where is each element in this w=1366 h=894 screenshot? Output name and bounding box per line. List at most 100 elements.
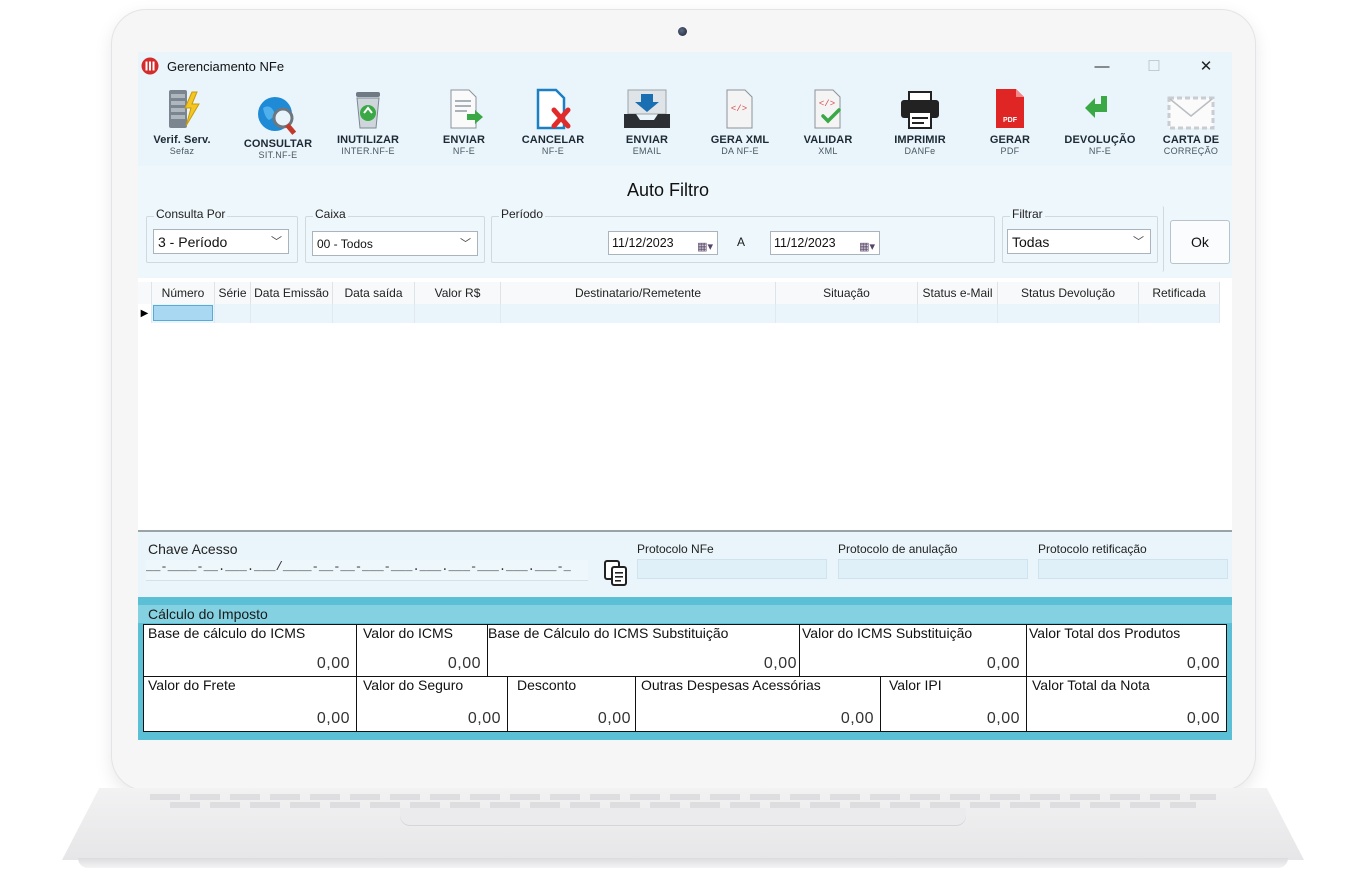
- calendar-icon[interactable]: ▦▾: [697, 236, 713, 258]
- periodo-from-input[interactable]: 11/12/2023 ▦▾: [608, 231, 718, 255]
- enviar-email-button[interactable]: ENVIAR EMAIL: [603, 86, 691, 164]
- pdf-icon: PDF: [996, 89, 1024, 128]
- app-window: Gerenciamento NFe — ☐ ✕ Verif. Serv. Sef…: [138, 52, 1232, 740]
- filter-border: [1159, 206, 1164, 272]
- table-cell[interactable]: [215, 304, 251, 323]
- calculo-imposto-header: Cálculo do Imposto: [138, 605, 1232, 623]
- column-header-numero[interactable]: Número: [152, 282, 215, 304]
- consultar-sublabel: SIT.NF-E: [258, 150, 298, 160]
- table-cell[interactable]: [998, 304, 1139, 323]
- verif-serv-button[interactable]: Verif. Serv. Sefaz: [138, 86, 226, 164]
- chevron-down-icon: ﹀: [1133, 236, 1144, 248]
- app-logo-icon: [141, 57, 159, 75]
- periodo-group: Período 11/12/2023 ▦▾ A 11/12/2023 ▦▾: [491, 207, 995, 263]
- column-header-data-saida[interactable]: Data saída: [333, 282, 415, 304]
- table-cell[interactable]: [1139, 304, 1220, 323]
- desconto-value: 0,00: [597, 710, 631, 727]
- protocolo-anulacao-field[interactable]: [838, 559, 1028, 579]
- table-cell[interactable]: [251, 304, 333, 323]
- inutilizar-sublabel: INTER.NF-E: [341, 146, 395, 156]
- valor-total-produtos-value: 0,00: [1186, 655, 1220, 672]
- minimize-button[interactable]: —: [1076, 52, 1128, 80]
- valor-frete-label: Valor do Frete: [148, 677, 236, 693]
- valor-total-nota-label: Valor Total da Nota: [1032, 677, 1150, 693]
- cancelar-nfe-button[interactable]: CANCELAR NF-E: [509, 86, 597, 164]
- chave-acesso-label: Chave Acesso: [148, 541, 238, 557]
- svg-text:</>: </>: [819, 99, 835, 109]
- column-header-valor[interactable]: Valor R$: [415, 282, 501, 304]
- xml-check-icon: </>: [814, 89, 841, 129]
- valor-icms-value: 0,00: [447, 655, 481, 672]
- globe-search-icon: [258, 97, 297, 135]
- column-header-serie[interactable]: Série: [215, 282, 251, 304]
- enviar-nfe-button[interactable]: ENVIAR NF-E: [420, 86, 508, 164]
- protocolo-retificacao-field[interactable]: [1038, 559, 1228, 579]
- periodo-label: Período: [499, 207, 546, 221]
- maximize-button[interactable]: ☐: [1128, 52, 1180, 80]
- column-header-retificada[interactable]: Retificada: [1139, 282, 1220, 304]
- chave-acesso-input[interactable]: __-____-__.___.___/____-__-__-___-___.__…: [146, 560, 588, 581]
- consultar-button[interactable]: CONSULTAR SIT.NF-E: [234, 94, 322, 172]
- valor-ipi-label: Valor IPI: [889, 677, 942, 693]
- gerar-pdf-button[interactable]: PDF GERAR PDF: [966, 86, 1054, 164]
- nfe-grid[interactable]: Número Série Data Emissão Data saída Val…: [138, 278, 1232, 530]
- validar-xml-label: VALIDAR: [803, 134, 853, 146]
- ok-button[interactable]: Ok: [1170, 220, 1230, 264]
- valor-icms-st-value: 0,00: [986, 655, 1020, 672]
- gera-xml-button[interactable]: </> GERA XML DA NF-E: [696, 86, 784, 164]
- grid-header: Número Série Data Emissão Data saída Val…: [138, 282, 1220, 305]
- base-calculo-icms-label: Base de cálculo do ICMS: [148, 625, 306, 641]
- consulta-por-group: Consulta Por 3 - Período ﹀: [146, 207, 298, 263]
- return-arrow-icon: [1085, 96, 1107, 118]
- table-row[interactable]: ▶: [138, 304, 1220, 323]
- svg-text:PDF: PDF: [1003, 117, 1018, 124]
- table-cell[interactable]: [918, 304, 998, 323]
- cancelar-nfe-label: CANCELAR: [521, 134, 585, 146]
- table-cell[interactable]: [501, 304, 776, 323]
- base-calculo-icms-cell: Base de cálculo do ICMS 0,00: [144, 625, 357, 677]
- table-cell[interactable]: [152, 304, 215, 323]
- base-calculo-icms-st-cell: Base de Cálculo do ICMS Substituição 0,0…: [488, 625, 800, 677]
- xml-document-icon: </>: [726, 89, 753, 129]
- copy-icon[interactable]: [600, 558, 632, 588]
- close-button[interactable]: ✕: [1180, 52, 1232, 80]
- valor-seguro-cell: Valor do Seguro 0,00: [357, 677, 508, 731]
- table-cell[interactable]: [776, 304, 918, 323]
- devolucao-nfe-button[interactable]: DEVOLUÇÃO NF-E: [1056, 86, 1144, 164]
- column-header-destinatario[interactable]: Destinatario/Remetente: [501, 282, 776, 304]
- document-cancel-icon: [536, 88, 571, 130]
- table-cell[interactable]: [333, 304, 415, 323]
- caixa-value: 00 - Todos: [317, 237, 373, 251]
- valor-icms-label: Valor do ICMS: [363, 625, 453, 641]
- validar-xml-button[interactable]: </> VALIDAR XML: [784, 86, 872, 164]
- column-header-status-devolucao[interactable]: Status Devolução: [998, 282, 1139, 304]
- protocolo-nfe-field[interactable]: [637, 559, 827, 579]
- caixa-select[interactable]: 00 - Todos ﹀: [312, 231, 478, 256]
- selected-cell[interactable]: [153, 305, 213, 321]
- filtrar-select[interactable]: Todas ﹀: [1007, 229, 1151, 254]
- valor-ipi-cell: Valor IPI 0,00: [881, 677, 1027, 731]
- verif-serv-sublabel: Sefaz: [169, 146, 195, 156]
- inutilizar-button[interactable]: INUTILIZAR INTER.NF-E: [324, 86, 412, 164]
- valor-icms-cell: Valor do ICMS 0,00: [357, 625, 488, 677]
- row-indicator-header: [138, 282, 152, 304]
- enviar-email-sublabel: EMAIL: [632, 146, 662, 156]
- imprimir-danfe-label: IMPRIMIR: [894, 134, 946, 146]
- column-header-status-email[interactable]: Status e-Mail: [918, 282, 998, 304]
- enviar-nfe-label: ENVIAR: [442, 134, 486, 146]
- calendar-icon[interactable]: ▦▾: [859, 236, 875, 258]
- imprimir-danfe-button[interactable]: IMPRIMIR DANFe: [876, 86, 964, 164]
- carta-correcao-button[interactable]: CARTA DE CORREÇÃO: [1147, 86, 1232, 164]
- caixa-label: Caixa: [313, 207, 348, 221]
- printer-icon: [901, 91, 939, 129]
- valor-total-nota-value: 0,00: [1186, 710, 1220, 727]
- valor-total-produtos-label: Valor Total dos Produtos: [1029, 625, 1181, 641]
- envelope-icon: [1167, 96, 1215, 130]
- table-cell[interactable]: [415, 304, 501, 323]
- chevron-down-icon: ﹀: [460, 238, 471, 250]
- column-header-situacao[interactable]: Situação: [776, 282, 918, 304]
- periodo-to-input[interactable]: 11/12/2023 ▦▾: [770, 231, 880, 255]
- column-header-data-emissao[interactable]: Data Emissão: [251, 282, 333, 304]
- consulta-por-select[interactable]: 3 - Período ﹀: [153, 229, 289, 254]
- imprimir-danfe-sublabel: DANFe: [904, 146, 936, 156]
